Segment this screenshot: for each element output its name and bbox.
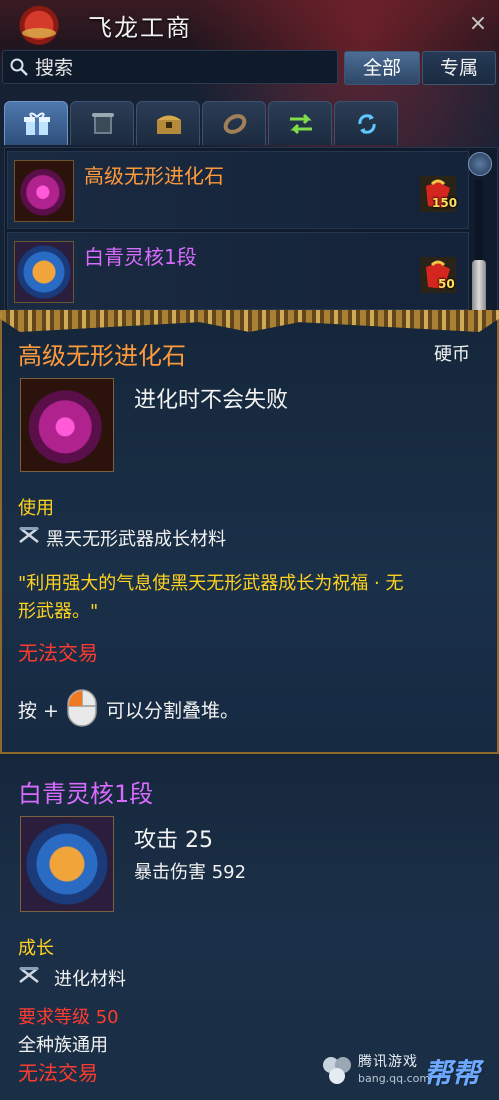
close-button[interactable]: ×: [466, 12, 490, 36]
tooltip-level-requirement: 要求等级 50: [18, 1007, 119, 1028]
tencent-logo-icon: [323, 1057, 351, 1084]
list-item-price: 150: [432, 196, 458, 210]
ring-icon: [223, 114, 247, 134]
tab-gift[interactable]: [4, 101, 68, 145]
evolution-stone-thumbnail: [14, 160, 74, 222]
tooltip-gold-border-ornament: [0, 310, 499, 332]
search-input[interactable]: [33, 54, 333, 82]
tooltip-trade-restriction: 无法交易: [18, 641, 98, 665]
list-item-name: 高级无形进化石: [84, 164, 224, 188]
list-item[interactable]: 白青灵核1段 50: [7, 232, 469, 310]
split-hint-suffix: 可以分割叠堆。: [106, 700, 240, 722]
search-box[interactable]: [2, 50, 338, 84]
tooltip-stat-crit-damage: 暴击伤害 592: [134, 862, 247, 883]
tooltip-race-restriction: 全种族通用: [18, 1035, 108, 1056]
tooltip-usage-line: 黑天无形武器成长材料: [46, 529, 226, 550]
crossed-blades-icon: [19, 967, 39, 983]
lock-core-thumbnail: [14, 241, 74, 303]
chest-icon: [157, 115, 181, 134]
shop-emblem-icon: [4, 0, 74, 46]
item-list: 高级无形进化石 150 白青灵核1段 50: [4, 147, 498, 314]
tooltip-item-title: 高级无形进化石: [18, 342, 186, 370]
list-item[interactable]: 高级无形进化石 150: [7, 151, 469, 229]
tooltip-description: 进化时不会失败: [134, 388, 289, 413]
tab-refresh[interactable]: [334, 101, 398, 145]
watermark-url: bang.qq.com: [358, 1072, 431, 1085]
split-hint-prefix: 按 +: [18, 700, 59, 722]
tab-exchange[interactable]: [268, 101, 332, 145]
tooltip-growth-line: 进化材料: [54, 969, 126, 990]
tooltip-item-thumbnail: [20, 378, 114, 472]
gift-icon: [24, 112, 50, 135]
tab-scroll[interactable]: [70, 101, 134, 145]
tooltip-currency-label: 硬币: [434, 344, 470, 365]
tab-chest[interactable]: [136, 101, 200, 145]
exchange-arrows-icon: [290, 113, 312, 135]
tooltip-item-thumbnail: [20, 816, 114, 912]
scroll-icon: [92, 113, 114, 134]
scroll-up-button[interactable]: [468, 152, 492, 176]
tooltip-item-title: 白青灵核1段: [18, 780, 154, 808]
tab-ring[interactable]: [202, 101, 266, 145]
tooltip-quote-line-2: 形武器。": [18, 601, 99, 622]
watermark-text: 腾讯游戏: [358, 1054, 418, 1070]
list-item-name: 白青灵核1段: [84, 245, 197, 269]
list-item-price: 50: [438, 277, 455, 291]
crossed-blades-icon: [19, 527, 39, 543]
search-icon: [10, 58, 28, 76]
refresh-icon: [358, 114, 376, 134]
tooltip-quote-line-1: "利用强大的气息使黑天无形武器成长为祝福 · 无: [18, 573, 404, 594]
tooltip-stat-attack: 攻击 25: [134, 828, 213, 853]
tooltip-growth-header: 成长: [18, 938, 54, 959]
tooltip-trade-restriction: 无法交易: [18, 1061, 98, 1085]
watermark: 腾讯游戏 bang.qq.com 帮帮: [320, 1050, 495, 1094]
filter-all-button[interactable]: 全部: [344, 51, 420, 85]
tooltip-usage-header: 使用: [18, 498, 54, 519]
watermark-brand: 帮帮: [424, 1057, 481, 1090]
list-scrollbar-thumb[interactable]: [472, 260, 486, 310]
filter-exclusive-button[interactable]: 专属: [422, 51, 496, 85]
mouse-icon: [67, 689, 97, 727]
window-title: 飞龙工商: [88, 14, 192, 42]
